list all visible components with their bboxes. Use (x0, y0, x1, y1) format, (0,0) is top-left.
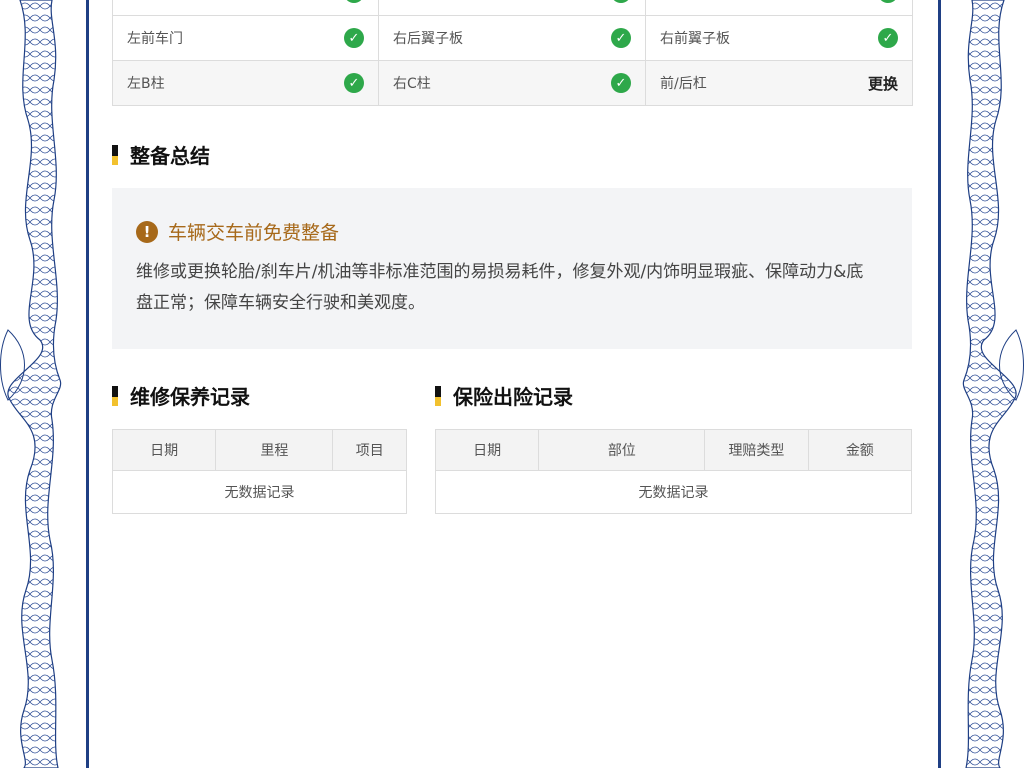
frame-line-left (86, 0, 89, 768)
section-title-maintenance: 维修保养记录 (112, 381, 250, 410)
inspection-grid: ✓ ✓ ✓ 左前车门 ✓ 右后翼子板 ✓ 右前翼子板 ✓ 左B柱 ✓ 右C柱 (112, 0, 913, 106)
notice-header: ! 车辆交车前免费整备 (136, 218, 888, 245)
frame-line-right (938, 0, 941, 768)
column-header: 日期 (111, 429, 217, 471)
check-icon: ✓ (344, 73, 364, 93)
grid-cell: 前/后杠 更换 (646, 61, 913, 106)
part-label: 右前翼子板 (660, 31, 730, 47)
grid-row: ✓ ✓ ✓ (113, 0, 913, 16)
maintenance-table: 日期 里程 项目 无数据记录 (111, 429, 407, 514)
part-label: 前/后杠 (660, 76, 707, 92)
grid-row: 左B柱 ✓ 右C柱 ✓ 前/后杠 更换 (113, 61, 913, 106)
title-marker (435, 385, 441, 406)
grid-cell: ✓ (113, 0, 379, 16)
column-header: 理赔类型 (704, 429, 809, 471)
status-text: 更换 (867, 74, 898, 93)
notice-text: 维修或更换轮胎/刹车片/机油等非标准范围的易损易耗件，修复外观/内饰明显瑕疵、保… (136, 262, 864, 313)
check-icon: ✓ (878, 0, 898, 3)
check-icon: ✓ (344, 28, 364, 48)
empty-state-text: 无数据记录 (112, 470, 407, 514)
check-icon: ✓ (611, 73, 631, 93)
grid-cell: ✓ (379, 0, 646, 16)
title-marker (112, 144, 118, 165)
summary-notice-box: ! 车辆交车前免费整备 维修或更换轮胎/刹车片/机油等非标准范围的易损易耗件，修… (112, 188, 912, 349)
empty-state-text: 无数据记录 (435, 470, 912, 514)
column-header: 部位 (538, 429, 706, 471)
table-row: 无数据记录 (435, 470, 912, 514)
column-header: 日期 (434, 429, 540, 471)
part-label: 左前车门 (127, 31, 183, 47)
table-header-row: 日期 部位 理赔类型 金额 (434, 429, 913, 471)
guilloche-border-right (962, 0, 1024, 768)
part-label: 右C柱 (393, 76, 431, 92)
grid-cell: 右C柱 ✓ (379, 61, 646, 106)
section-title-insurance: 保险出险记录 (435, 381, 573, 410)
check-icon: ✓ (611, 0, 631, 3)
part-label: 左B柱 (127, 76, 165, 92)
exclamation-circle-icon: ! (136, 220, 158, 243)
guilloche-border-left (0, 0, 62, 768)
grid-cell: 右后翼子板 ✓ (379, 16, 646, 61)
grid-row: 左前车门 ✓ 右后翼子板 ✓ 右前翼子板 ✓ (113, 16, 913, 61)
table-header-row: 日期 里程 项目 (111, 429, 407, 471)
grid-cell: ✓ (646, 0, 913, 16)
check-icon: ✓ (344, 0, 364, 3)
section-title-summary: 整备总结 (112, 140, 210, 169)
check-icon: ✓ (878, 28, 898, 48)
title-marker (112, 385, 118, 406)
insurance-table: 日期 部位 理赔类型 金额 无数据记录 (434, 429, 913, 514)
notice-title: 车辆交车前免费整备 (168, 222, 340, 244)
table-row: 无数据记录 (112, 470, 407, 514)
column-header: 项目 (332, 429, 407, 471)
column-header: 里程 (215, 429, 334, 471)
grid-cell: 左前车门 ✓ (113, 16, 379, 61)
check-icon: ✓ (611, 28, 631, 48)
grid-cell: 右前翼子板 ✓ (646, 16, 913, 61)
grid-cell: 左B柱 ✓ (113, 61, 379, 106)
part-label: 右后翼子板 (393, 31, 463, 47)
column-header: 金额 (807, 429, 913, 471)
